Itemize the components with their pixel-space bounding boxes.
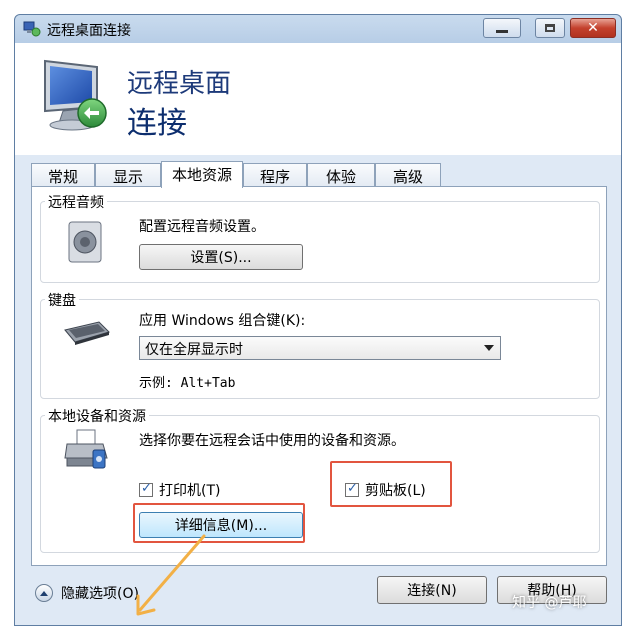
remote-desktop-monitor-icon: [44, 59, 107, 131]
printer-checkbox-box[interactable]: ✓: [139, 481, 153, 497]
remote-desktop-window: 远程桌面连接 ✕ 远程桌面 连接 常规 显示 本地资源 程序 体验 高级 远程音…: [14, 14, 622, 626]
tab-general[interactable]: 常规: [31, 163, 95, 187]
maximize-icon: [545, 24, 555, 32]
keyboard-combo-select[interactable]: 仅在全屏显示时: [139, 336, 501, 360]
collapse-up-icon[interactable]: [35, 584, 53, 602]
watermark-text: 知乎 @芦耶: [512, 595, 587, 611]
dropdown-arrow-icon: [484, 345, 494, 351]
audio-settings-button[interactable]: 设置(S)...: [139, 244, 303, 270]
tab-advanced[interactable]: 高级: [375, 163, 441, 187]
tab-programs[interactable]: 程序: [243, 163, 307, 187]
speaker-icon: [68, 221, 102, 263]
local-resources-panel: 远程音频 配置远程音频设置。 设置(S)... 键盘 应用 Windows 组合…: [31, 186, 607, 566]
printer-label: 打印机(T): [159, 483, 221, 499]
header-title-line1: 远程桌面: [127, 69, 232, 99]
local-devices-title: 本地设备和资源: [45, 406, 149, 426]
keyboard-group: 键盘 应用 Windows 组合键(K): 仅在全屏显示时 示例: Alt+Ta…: [40, 290, 600, 399]
window-title: 远程桌面连接: [47, 23, 131, 39]
keyboard-combo-selected: 仅在全屏显示时: [145, 342, 243, 358]
tab-experience[interactable]: 体验: [307, 163, 375, 187]
printer-devices-icon: [64, 429, 108, 469]
keyboard-example: 示例: Alt+Tab: [139, 376, 236, 391]
hide-options-label: 隐藏选项(O): [61, 586, 139, 602]
remote-audio-title: 远程音频: [45, 192, 107, 212]
hide-options-toggle[interactable]: 隐藏选项(O): [35, 583, 139, 603]
connect-button[interactable]: 连接(N): [377, 576, 487, 604]
dialog-header: 远程桌面 连接: [15, 43, 621, 155]
title-bar[interactable]: 远程桌面连接 ✕: [15, 15, 621, 43]
printer-checkbox[interactable]: ✓ 打印机(T): [139, 480, 220, 500]
keyboard-title: 键盘: [45, 290, 79, 310]
tab-display[interactable]: 显示: [95, 163, 161, 187]
close-button[interactable]: ✕: [570, 18, 616, 38]
devices-description: 选择你要在远程会话中使用的设备和资源。: [139, 433, 405, 449]
clipboard-highlight-box: [330, 461, 452, 507]
minimize-button[interactable]: [483, 18, 521, 38]
tab-local-resources[interactable]: 本地资源: [161, 161, 243, 188]
audio-description: 配置远程音频设置。: [139, 219, 265, 235]
keyboard-description: 应用 Windows 组合键(K):: [139, 313, 306, 329]
remote-audio-group: 远程音频 配置远程音频设置。 设置(S)...: [40, 192, 600, 283]
header-title-line2: 连接: [127, 106, 187, 141]
keyboard-icon: [64, 321, 110, 345]
local-devices-group: 本地设备和资源 选择你要在远程会话中使用的设备和资源。 ✓ 打印机(T) ✓ 剪…: [40, 406, 600, 553]
checkmark-icon: ✓: [141, 481, 152, 496]
remote-desktop-app-icon: [23, 21, 41, 37]
close-icon: ✕: [587, 20, 599, 36]
details-highlight-box: [133, 503, 305, 543]
minimize-icon: [496, 29, 508, 33]
maximize-button[interactable]: [535, 18, 565, 38]
